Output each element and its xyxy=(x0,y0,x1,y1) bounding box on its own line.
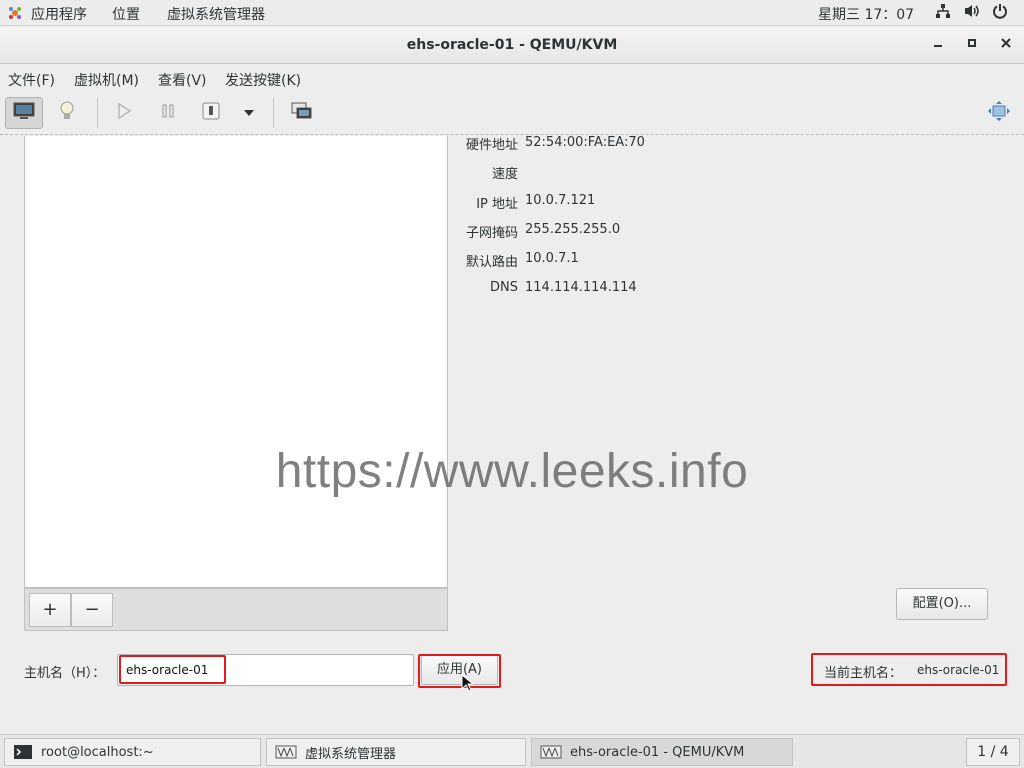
virt-manager-icon xyxy=(540,745,562,759)
hostname-highlight xyxy=(119,655,226,684)
task-vm-console[interactable]: ehs-oracle-01 - QEMU/KVM xyxy=(531,738,793,766)
toolbar-separator xyxy=(97,98,98,128)
task-label: root@localhost:~ xyxy=(41,744,154,760)
snapshots-button[interactable] xyxy=(283,97,321,129)
hw-address-label: 硬件地址 xyxy=(465,138,518,153)
app-menu[interactable]: 虚拟系统管理器 xyxy=(167,4,265,24)
speed-row: 速度 xyxy=(450,163,518,182)
task-virt-manager[interactable]: 虚拟系统管理器 xyxy=(266,738,526,766)
add-interface-button[interactable]: + xyxy=(29,593,71,627)
places-menu[interactable]: 位置 xyxy=(112,4,140,24)
dns-value: 114.114.114.114 xyxy=(525,280,637,295)
workspace-pager[interactable]: 1 / 4 xyxy=(966,738,1020,766)
netmask-row: 子网掩码 xyxy=(450,222,518,241)
current-hostname-label: 当前主机名： xyxy=(824,666,903,681)
task-terminal[interactable]: root@localhost:~ xyxy=(4,738,261,766)
netmask-label: 子网掩码 xyxy=(465,226,518,241)
details-button[interactable] xyxy=(48,97,86,129)
menu-view[interactable]: 查看(V) xyxy=(158,70,207,90)
window-titlebar: ehs-oracle-01 - QEMU/KVM xyxy=(0,27,1024,64)
menu-bar: 文件(F) 虚拟机(M) 查看(V) 发送按键(K) xyxy=(0,65,1024,92)
power-icon[interactable] xyxy=(992,3,1008,23)
pause-button[interactable] xyxy=(149,97,187,129)
terminal-icon xyxy=(13,744,33,760)
volume-icon[interactable] xyxy=(963,3,981,23)
maximize-button[interactable] xyxy=(962,35,982,55)
task-label: ehs-oracle-01 - QEMU/KVM xyxy=(570,744,745,760)
toolbar xyxy=(0,92,1024,135)
hw-address-row: 硬件地址 xyxy=(450,134,518,153)
snapshots-icon xyxy=(291,102,313,124)
hw-address-value: 52:54:00:FA:EA:70 xyxy=(525,135,645,150)
shutdown-button[interactable] xyxy=(192,97,230,129)
network-details-page: + − 硬件地址 52:54:00:FA:EA:70 速度 IP 地址 10.0… xyxy=(0,134,1024,734)
shutdown-icon xyxy=(202,102,220,124)
dns-label: DNS xyxy=(490,280,518,295)
apply-highlight xyxy=(418,654,501,688)
taskbar: root@localhost:~ 虚拟系统管理器 ehs-oracle-01 -… xyxy=(0,734,1024,768)
menu-file[interactable]: 文件(F) xyxy=(8,70,55,90)
mouse-cursor-icon xyxy=(461,673,475,696)
pause-icon xyxy=(160,103,176,123)
run-icon xyxy=(116,102,132,124)
window-title: ehs-oracle-01 - QEMU/KVM xyxy=(406,37,618,53)
toolbar-separator xyxy=(273,98,274,128)
ip-row: IP 地址 xyxy=(450,193,518,212)
top-bar: 应用程序 位置 虚拟系统管理器 星期三 17：07 xyxy=(0,0,1024,26)
interface-list-toolbar: + − xyxy=(24,588,448,631)
console-icon xyxy=(13,102,35,124)
shutdown-dropdown-button[interactable] xyxy=(230,97,268,129)
minimize-button[interactable] xyxy=(928,35,948,55)
network-icon[interactable] xyxy=(935,3,951,23)
gateway-label: 默认路由 xyxy=(465,255,518,270)
hostname-label: 主机名（H）： xyxy=(24,666,106,681)
menu-send-key[interactable]: 发送按键(K) xyxy=(225,70,301,90)
resize-icon xyxy=(988,101,1010,125)
menu-vm[interactable]: 虚拟机(M) xyxy=(74,70,139,90)
ip-label: IP 地址 xyxy=(476,197,518,212)
run-button[interactable] xyxy=(105,97,143,129)
configure-button[interactable]: 配置(O)... xyxy=(896,588,988,620)
applications-icon[interactable] xyxy=(7,5,23,25)
speed-label: 速度 xyxy=(491,167,518,182)
console-button[interactable] xyxy=(5,97,43,129)
dns-row: DNS xyxy=(450,280,518,298)
virt-manager-icon xyxy=(275,745,297,759)
resize-to-vm-button[interactable] xyxy=(980,97,1018,129)
ip-value: 10.0.7.121 xyxy=(525,193,596,208)
task-label: 虚拟系统管理器 xyxy=(305,746,397,762)
details-bulb-icon xyxy=(59,100,75,126)
gateway-value: 10.0.7.1 xyxy=(525,251,579,266)
applications-menu[interactable]: 应用程序 xyxy=(31,4,87,24)
current-hostname-value: ehs-oracle-01 xyxy=(917,663,1000,677)
netmask-value: 255.255.255.0 xyxy=(525,222,621,237)
chevron-down-icon xyxy=(243,106,255,121)
watermark: https://www.leeks.info xyxy=(275,445,749,498)
clock[interactable]: 星期三 17：07 xyxy=(818,4,914,24)
remove-interface-button[interactable]: − xyxy=(71,593,113,627)
gateway-row: 默认路由 xyxy=(450,251,518,270)
interface-list[interactable] xyxy=(24,136,448,588)
close-button[interactable] xyxy=(996,35,1016,55)
